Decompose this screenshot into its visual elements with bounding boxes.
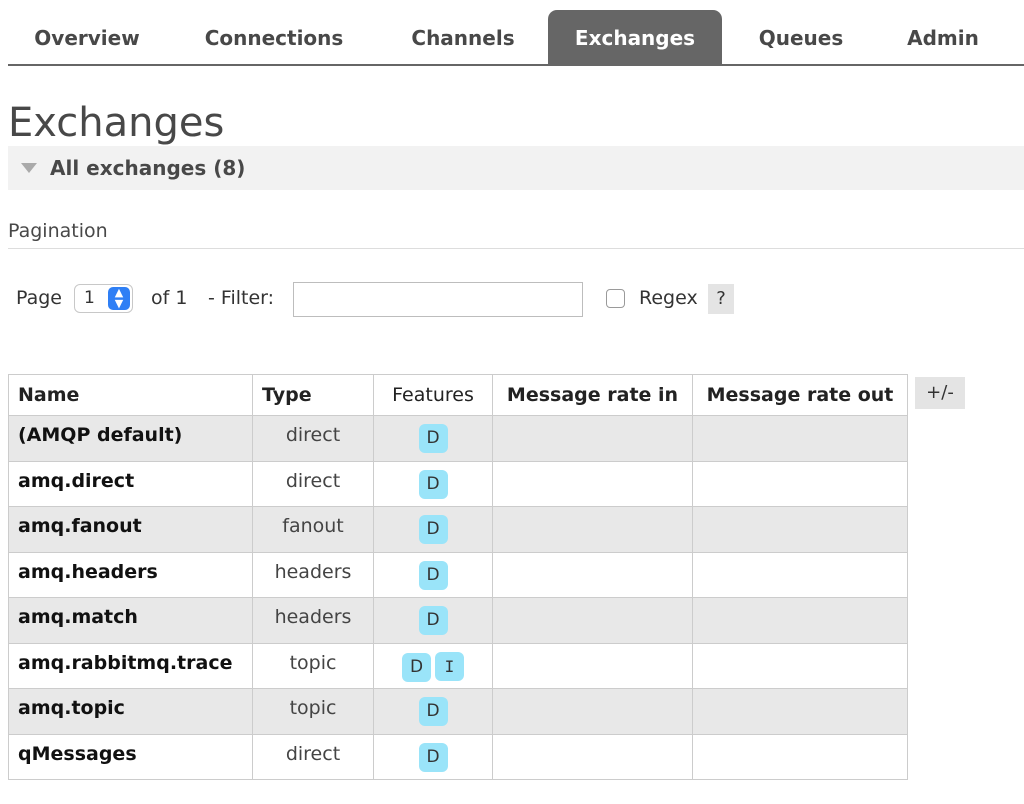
main-nav: Overview Connections Channels Exchanges … <box>8 0 1024 66</box>
page-title: Exchanges <box>8 100 225 146</box>
exchange-name-link[interactable]: amq.topic <box>8 688 253 735</box>
regex-label: Regex <box>639 287 698 309</box>
exchange-type: headers <box>252 551 374 598</box>
exchange-name-link[interactable]: amq.rabbitmq.trace <box>8 642 253 689</box>
features-cell: D <box>373 733 493 780</box>
col-features: Features <box>373 374 493 416</box>
rate-in-cell <box>492 551 693 598</box>
exchange-type: direct <box>252 415 374 462</box>
table-row: qMessages direct D <box>8 733 908 780</box>
page-select-value: 1 <box>84 288 95 308</box>
rate-out-cell <box>692 688 908 735</box>
tab-exchanges[interactable]: Exchanges <box>548 10 722 65</box>
exchange-name-link[interactable]: amq.headers <box>8 551 253 598</box>
rate-in-cell <box>492 506 693 553</box>
col-name[interactable]: Name <box>8 374 253 416</box>
exchange-name-link[interactable]: amq.direct <box>8 460 253 507</box>
exchange-type: topic <box>252 688 374 735</box>
exchange-name-link[interactable]: amq.fanout <box>8 506 253 553</box>
exchange-name-link[interactable]: qMessages <box>8 733 253 780</box>
pagination-controls: Page 1 ▲ ▼ of 1 - Filter: Regex ? <box>0 281 1024 317</box>
durable-badge: D <box>418 515 448 544</box>
exchange-type: direct <box>252 733 374 780</box>
rate-out-cell <box>692 415 908 462</box>
durable-badge: D <box>418 560 448 590</box>
rate-in-cell <box>492 460 693 507</box>
pagination-divider <box>8 248 1024 249</box>
col-rate-out: Message rate out <box>692 374 908 416</box>
table-row: amq.direct direct D <box>8 460 908 507</box>
table-row: amq.rabbitmq.trace topic DI <box>8 642 908 689</box>
tab-channels[interactable]: Channels <box>388 10 538 65</box>
durable-badge: D <box>418 697 448 726</box>
table-header-row: Name Type Features Message rate in Messa… <box>8 374 908 416</box>
toggle-columns-button[interactable]: +/- <box>915 377 965 409</box>
collapse-triangle-icon <box>21 163 37 173</box>
durable-badge: D <box>418 424 448 453</box>
durable-badge: D <box>418 469 448 499</box>
exchange-type: direct <box>252 460 374 507</box>
rate-out-cell <box>692 597 908 644</box>
col-type[interactable]: Type <box>252 374 374 416</box>
rate-out-cell <box>692 551 908 598</box>
exchange-type: fanout <box>252 506 374 553</box>
tab-admin[interactable]: Admin <box>878 10 1008 65</box>
rate-out-cell <box>692 642 908 689</box>
filter-input[interactable] <box>293 282 583 317</box>
help-button[interactable]: ? <box>708 284 734 314</box>
internal-badge: I <box>435 651 464 681</box>
filter-label: - Filter: <box>208 287 275 309</box>
rate-out-cell <box>692 506 908 553</box>
rate-out-cell <box>692 460 908 507</box>
features-cell: D <box>373 597 493 644</box>
features-cell: DI <box>373 642 493 689</box>
features-cell: D <box>373 415 493 462</box>
exchange-name-link[interactable]: (AMQP default) <box>8 415 253 462</box>
table-row: amq.fanout fanout D <box>8 506 908 553</box>
table-row: (AMQP default) direct D <box>8 415 908 462</box>
features-cell: D <box>373 460 493 507</box>
exchange-name-link[interactable]: amq.match <box>8 597 253 644</box>
rate-in-cell <box>492 597 693 644</box>
exchange-type: topic <box>252 642 374 689</box>
table-row: amq.headers headers D <box>8 551 908 598</box>
table-row: amq.topic topic D <box>8 688 908 735</box>
features-cell: D <box>373 688 493 735</box>
table-row: amq.match headers D <box>8 597 908 644</box>
page-select[interactable]: 1 ▲ ▼ <box>74 284 133 313</box>
rate-in-cell <box>492 688 693 735</box>
rate-in-cell <box>492 733 693 780</box>
all-exchanges-toggle[interactable]: All exchanges (8) <box>8 146 1024 190</box>
exchange-type: headers <box>252 597 374 644</box>
page-count: of 1 <box>151 287 188 309</box>
features-cell: D <box>373 506 493 553</box>
durable-badge: D <box>402 652 431 682</box>
col-rate-in: Message rate in <box>492 374 693 416</box>
features-cell: D <box>373 551 493 598</box>
exchanges-table: Name Type Features Message rate in Messa… <box>8 374 908 780</box>
section-label: All exchanges (8) <box>50 156 246 180</box>
durable-badge: D <box>418 742 448 772</box>
rate-in-cell <box>492 642 693 689</box>
select-arrows-icon: ▲ ▼ <box>108 287 130 310</box>
regex-checkbox[interactable] <box>606 289 625 308</box>
rate-out-cell <box>692 733 908 780</box>
tab-overview[interactable]: Overview <box>8 10 166 65</box>
rate-in-cell <box>492 415 693 462</box>
page-word: Page <box>16 287 62 309</box>
tab-queues[interactable]: Queues <box>736 10 866 65</box>
pagination-heading: Pagination <box>8 220 108 242</box>
durable-badge: D <box>418 606 448 635</box>
tab-connections[interactable]: Connections <box>184 10 364 65</box>
